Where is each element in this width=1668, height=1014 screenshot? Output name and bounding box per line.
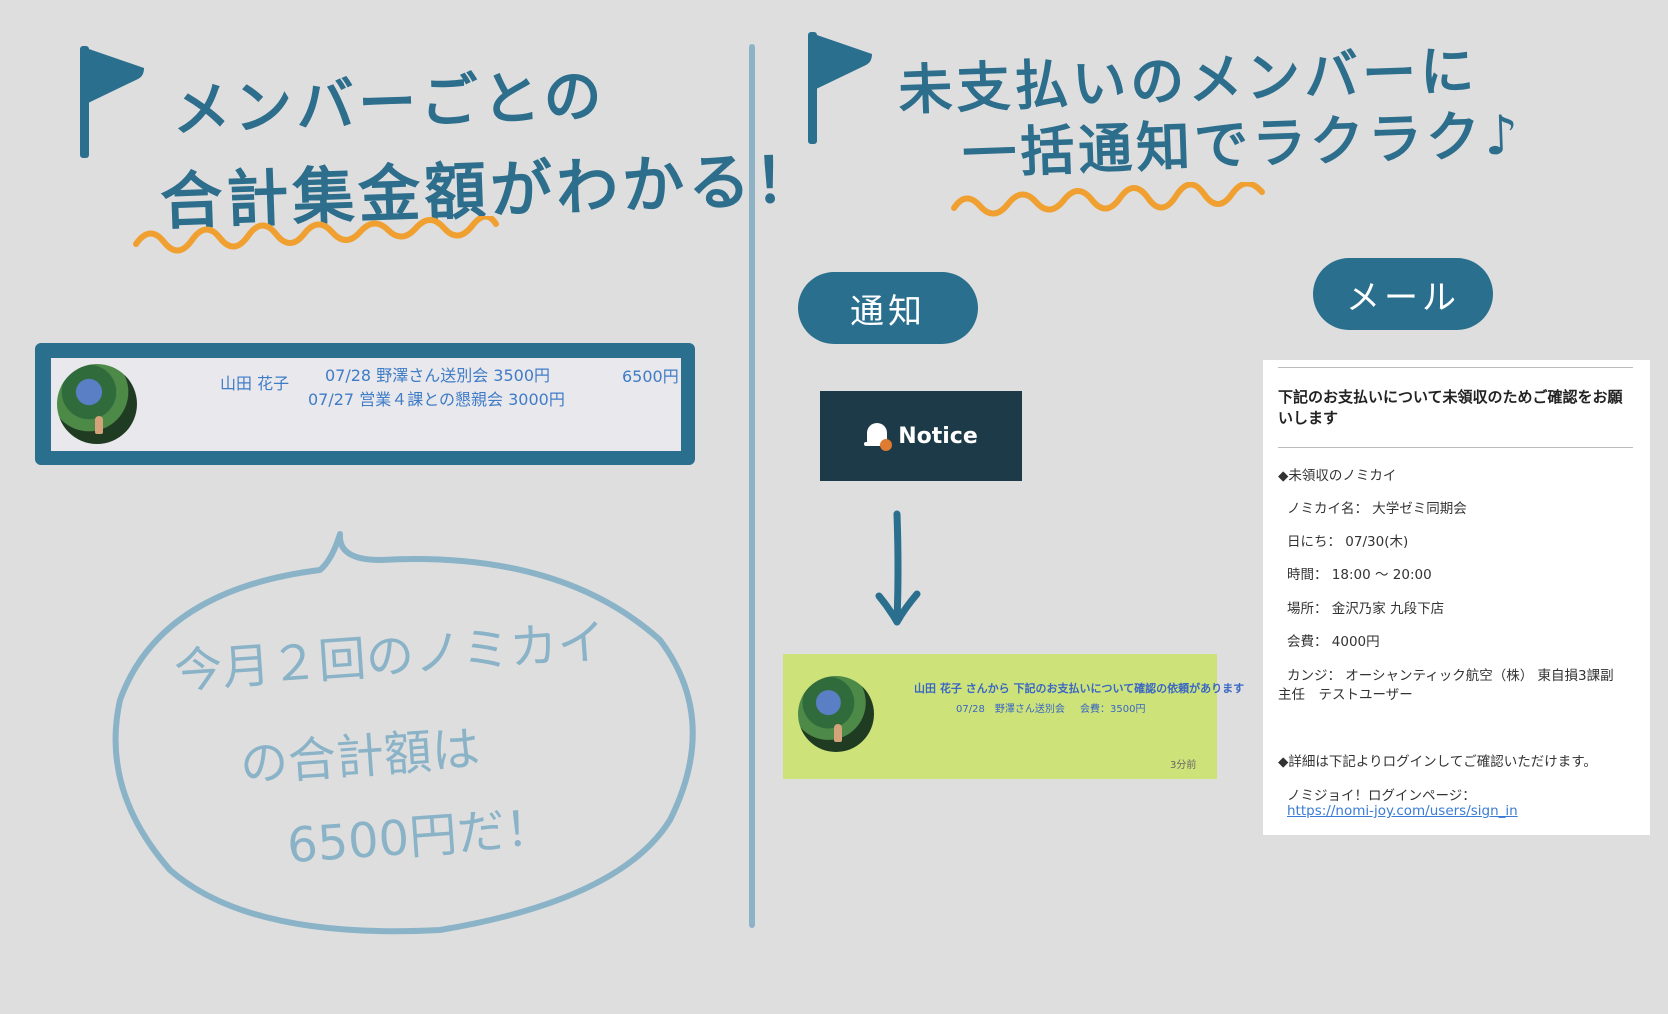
notice-button[interactable]: Notice <box>820 391 1022 481</box>
notification-time: 3分前 <box>1170 760 1197 771</box>
member-avatar <box>57 364 137 444</box>
mail-kanji-row-2: 主任 テストユーザー <box>1278 687 1413 703</box>
member-total-card: 山田 花子 07/28 野澤さん送別会 3500円 07/27 営業４課との懇親… <box>35 343 695 465</box>
bell-icon <box>864 421 893 451</box>
mail-time-row: 時間： 18:00 〜 20:00 <box>1287 567 1432 583</box>
mail-login-link[interactable]: https://nomi-joy.com/users/sign_in <box>1287 803 1518 819</box>
mail-label-pill: メール <box>1313 258 1493 330</box>
notification-title: 山田 花子 さんから 下記のお支払いについて確認の依頼があります <box>914 680 1244 696</box>
member-event-1: 07/28 野澤さん送別会 3500円 <box>325 366 551 385</box>
arrow-down-icon <box>875 510 921 626</box>
notification-detail: 07/28 野澤さん送別会 会費：3500円 <box>956 700 1145 715</box>
notification-message: さんから 下記のお支払いについて確認の依頼があります <box>965 682 1245 695</box>
notification-avatar <box>798 676 874 752</box>
member-name: 山田 花子 <box>220 374 290 393</box>
mail-login-label: ノミジョイ！ログインページ： <box>1287 788 1476 804</box>
flag-icon <box>80 46 144 158</box>
mail-divider-bottom <box>1278 447 1633 448</box>
notification-label-pill: 通知 <box>798 272 978 344</box>
member-event-2: 07/27 営業４課との懇親会 3000円 <box>308 390 565 409</box>
member-row[interactable]: 山田 花子 07/28 野澤さん送別会 3500円 07/27 営業４課との懇親… <box>51 358 681 451</box>
mail-name-row: ノミカイ名： 大学ゼミ同期会 <box>1287 501 1467 517</box>
mail-detail-note: ◆詳細は下記よりログインしてご確認いただけます。 <box>1278 754 1597 770</box>
center-divider <box>749 44 755 928</box>
notification-name: 山田 花子 <box>914 682 962 695</box>
mail-fee-row: 会費： 4000円 <box>1287 634 1380 650</box>
notification-fee: 会費：3500円 <box>1080 704 1146 715</box>
mail-section-title: ◆未領収のノミカイ <box>1278 468 1397 484</box>
right-heading-underline <box>951 182 1265 217</box>
mail-card: 下記のお支払いについて未領収のためご確認をお願いします ◆未領収のノミカイ ノミ… <box>1263 360 1650 835</box>
left-heading-underline <box>133 216 499 254</box>
notification-event: 07/28 野澤さん送別会 <box>956 704 1065 715</box>
left-heading-line1: メンバーごとの <box>171 61 607 145</box>
mail-subject: 下記のお支払いについて未領収のためご確認をお願いします <box>1278 388 1623 427</box>
notification-card[interactable]: 山田 花子 さんから 下記のお支払いについて確認の依頼があります 07/28 野… <box>783 654 1244 779</box>
mail-kanji-row-1: カンジ： オーシャンティック航空（株） 東自損3課副 <box>1287 668 1614 684</box>
notice-button-label: Notice <box>898 423 978 449</box>
flag-icon <box>808 32 872 144</box>
member-total: 6500円 <box>622 367 679 386</box>
mail-place-row: 場所： 金沢乃家 九段下店 <box>1287 601 1445 617</box>
mail-divider-top <box>1278 367 1633 368</box>
mail-date-row: 日にち： 07/30(木) <box>1287 534 1409 550</box>
